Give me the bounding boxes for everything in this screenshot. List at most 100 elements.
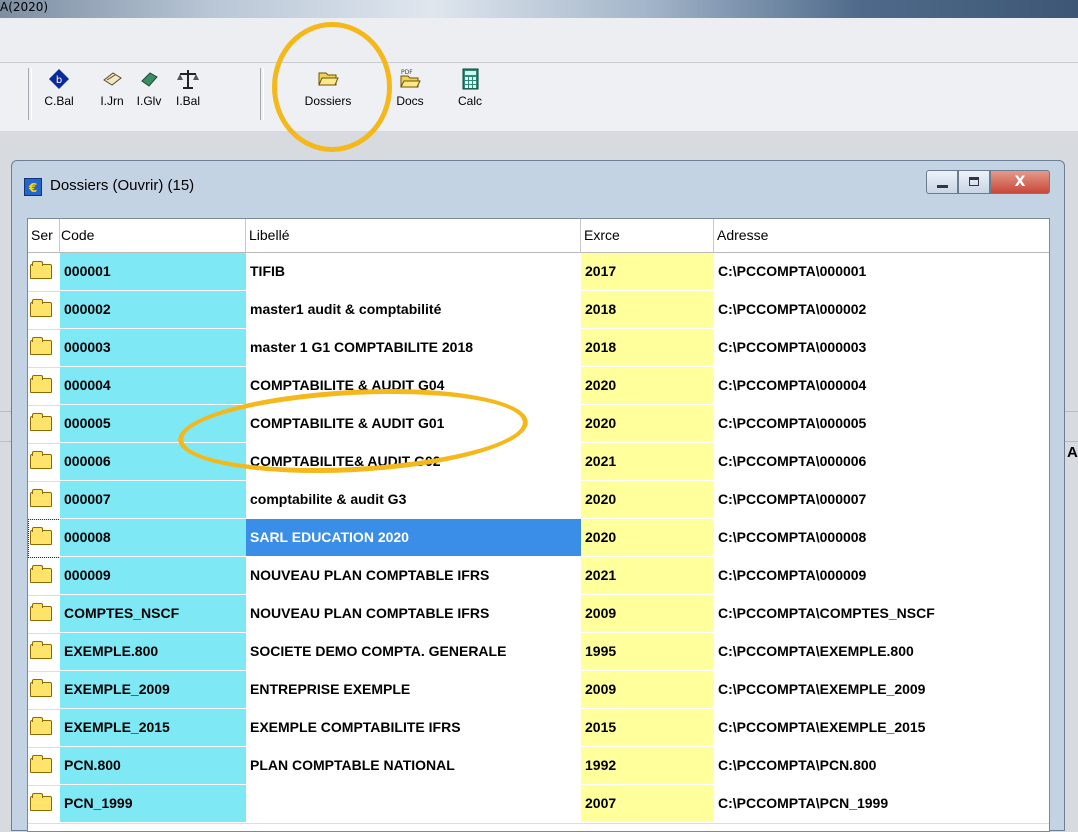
cell-code: EXEMPLE_2015 bbox=[60, 709, 246, 746]
menu-bar bbox=[0, 18, 1078, 62]
folder-icon bbox=[30, 337, 52, 355]
window-titlebar[interactable]: € Dossiers (Ouvrir) (15) X bbox=[12, 161, 1064, 213]
minimize-button[interactable] bbox=[926, 170, 958, 194]
cell-code: 000003 bbox=[60, 329, 246, 366]
folder-icon bbox=[30, 679, 52, 697]
cell-exrce: 2015 bbox=[581, 709, 714, 746]
cell-adresse: C:\PCCOMPTA\000005 bbox=[714, 405, 1049, 442]
table-row[interactable]: EXEMPLE_2015 EXEMPLE COMPTABILITE IFRS 2… bbox=[28, 709, 1049, 748]
cell-libelle bbox=[246, 785, 581, 822]
cell-code: PCN.800 bbox=[60, 747, 246, 784]
table-row[interactable]: 000002 master1 audit & comptabilité 2018… bbox=[28, 291, 1049, 330]
folder-icon bbox=[30, 793, 52, 811]
cell-adresse: C:\PCCOMPTA\000007 bbox=[714, 481, 1049, 518]
table-row[interactable]: 000004 COMPTABILITE & AUDIT G04 2020 C:\… bbox=[28, 367, 1049, 406]
ibal-button[interactable]: I.Bal bbox=[170, 66, 206, 124]
folder-icon bbox=[30, 261, 52, 279]
cell-libelle: TIFIB bbox=[246, 253, 581, 290]
cell-code: EXEMPLE_2009 bbox=[60, 671, 246, 708]
dossiers-highlight-ring bbox=[272, 22, 392, 152]
cell-exrce: 2020 bbox=[581, 481, 714, 518]
maximize-button[interactable] bbox=[958, 170, 990, 194]
cell-libelle: NOUVEAU PLAN COMPTABLE IFRS bbox=[246, 595, 581, 632]
calculator-icon bbox=[462, 68, 479, 90]
folder-icon bbox=[30, 489, 52, 507]
cell-exrce: 2017 bbox=[581, 253, 714, 290]
cell-exrce: 2009 bbox=[581, 595, 714, 632]
cell-adresse: C:\PCCOMPTA\EXEMPLE.800 bbox=[714, 633, 1049, 670]
folder-icon bbox=[30, 413, 52, 431]
cell-libelle: PLAN COMPTABLE NATIONAL bbox=[246, 747, 581, 784]
cell-adresse: C:\PCCOMPTA\000008 bbox=[714, 519, 1049, 556]
folder-icon bbox=[30, 717, 52, 735]
cell-exrce: 2021 bbox=[581, 557, 714, 594]
table-row[interactable]: 000001 TIFIB 2017 C:\PCCOMPTA\000001 bbox=[28, 253, 1049, 292]
table-row[interactable]: EXEMPLE_2009 ENTREPRISE EXEMPLE 2009 C:\… bbox=[28, 671, 1049, 710]
svg-text:b: b bbox=[56, 75, 62, 86]
book-green-icon bbox=[141, 72, 158, 87]
cell-code: 000009 bbox=[60, 557, 246, 594]
toolbar-separator bbox=[28, 68, 32, 120]
cell-code: 000002 bbox=[60, 291, 246, 328]
table-row[interactable]: PCN.800 PLAN COMPTABLE NATIONAL 1992 C:\… bbox=[28, 747, 1049, 786]
cell-adresse: C:\PCCOMPTA\000004 bbox=[714, 367, 1049, 404]
minimize-icon bbox=[937, 185, 948, 188]
table-row[interactable]: 000007 comptabilite & audit G3 2020 C:\P… bbox=[28, 481, 1049, 520]
col-header-libelle[interactable]: Libellé bbox=[246, 219, 581, 252]
cell-exrce: 2021 bbox=[581, 443, 714, 480]
cbal-button[interactable]: b C.Bal bbox=[38, 66, 80, 124]
app-logo-icon: € bbox=[24, 178, 42, 196]
docs-button[interactable]: PDF Docs bbox=[388, 66, 432, 124]
cell-libelle: master1 audit & comptabilité bbox=[246, 291, 581, 328]
iglv-button[interactable]: I.Glv bbox=[130, 66, 168, 124]
svg-text:PDF: PDF bbox=[401, 69, 413, 76]
table-row[interactable]: 000003 master 1 G1 COMPTABILITE 2018 201… bbox=[28, 329, 1049, 368]
cell-libelle: comptabilite & audit G3 bbox=[246, 481, 581, 518]
cell-libelle: master 1 G1 COMPTABILITE 2018 bbox=[246, 329, 581, 366]
cell-libelle: SOCIETE DEMO COMPTA. GENERALE bbox=[246, 633, 581, 670]
cell-code: 000004 bbox=[60, 367, 246, 404]
table-header: Ser Code Libellé Exrce Adresse bbox=[28, 219, 1049, 253]
folder-icon bbox=[30, 641, 52, 659]
folder-icon bbox=[30, 603, 52, 621]
folder-icon bbox=[30, 565, 52, 583]
cell-adresse: C:\PCCOMPTA\EXEMPLE_2015 bbox=[714, 709, 1049, 746]
dossiers-table[interactable]: Ser Code Libellé Exrce Adresse 000001 TI… bbox=[27, 218, 1050, 832]
close-button[interactable]: X bbox=[990, 170, 1050, 194]
cell-code: EXEMPLE.800 bbox=[60, 633, 246, 670]
cell-adresse: C:\PCCOMPTA\000003 bbox=[714, 329, 1049, 366]
window-title: Dossiers (Ouvrir) (15) bbox=[50, 177, 195, 194]
cell-exrce: 2007 bbox=[581, 785, 714, 822]
table-row[interactable]: COMPTES_NSCF NOUVEAU PLAN COMPTABLE IFRS… bbox=[28, 595, 1049, 634]
table-row[interactable]: 000009 NOUVEAU PLAN COMPTABLE IFRS 2021 … bbox=[28, 557, 1049, 596]
cell-exrce: 1995 bbox=[581, 633, 714, 670]
cell-exrce: 2018 bbox=[581, 291, 714, 328]
blue-diamond-b-icon: b bbox=[49, 69, 69, 89]
cell-libelle: ENTREPRISE EXEMPLE bbox=[246, 671, 581, 708]
col-header-adresse[interactable]: Adresse bbox=[714, 219, 1049, 252]
pdf-folder-icon: PDF bbox=[400, 69, 421, 88]
table-row-selected[interactable]: 000008 SARL EDUCATION 2020 2020 C:\PCCOM… bbox=[28, 519, 1049, 558]
cell-adresse: C:\PCCOMPTA\EXEMPLE_2009 bbox=[714, 671, 1049, 708]
cell-adresse: C:\PCCOMPTA\PCN.800 bbox=[714, 747, 1049, 784]
cell-exrce: 2018 bbox=[581, 329, 714, 366]
cell-adresse: C:\PCCOMPTA\000009 bbox=[714, 557, 1049, 594]
col-header-exrce[interactable]: Exrce bbox=[581, 219, 714, 252]
table-row[interactable]: EXEMPLE.800 SOCIETE DEMO COMPTA. GENERAL… bbox=[28, 633, 1049, 672]
ijrn-button[interactable]: I.Jrn bbox=[95, 66, 129, 124]
calc-button[interactable]: Calc bbox=[450, 66, 490, 124]
cell-code: COMPTES_NSCF bbox=[60, 595, 246, 632]
col-header-code[interactable]: Code bbox=[60, 219, 246, 252]
cell-code: 000001 bbox=[60, 253, 246, 290]
background-label: A bbox=[1067, 444, 1078, 461]
cell-adresse: C:\PCCOMPTA\000001 bbox=[714, 253, 1049, 290]
folder-icon bbox=[30, 375, 52, 393]
table-row[interactable]: PCN_1999 2007 C:\PCCOMPTA\PCN_1999 bbox=[28, 785, 1049, 824]
cell-code: PCN_1999 bbox=[60, 785, 246, 822]
cell-libelle: SARL EDUCATION 2020 bbox=[246, 519, 581, 556]
scale-icon bbox=[177, 70, 199, 89]
col-header-ser[interactable]: Ser bbox=[28, 219, 60, 252]
book-icon bbox=[103, 72, 122, 86]
table-row[interactable]: 000006 COMPTABILITE& AUDIT G02 2021 C:\P… bbox=[28, 443, 1049, 482]
cell-libelle: NOUVEAU PLAN COMPTABLE IFRS bbox=[246, 557, 581, 594]
